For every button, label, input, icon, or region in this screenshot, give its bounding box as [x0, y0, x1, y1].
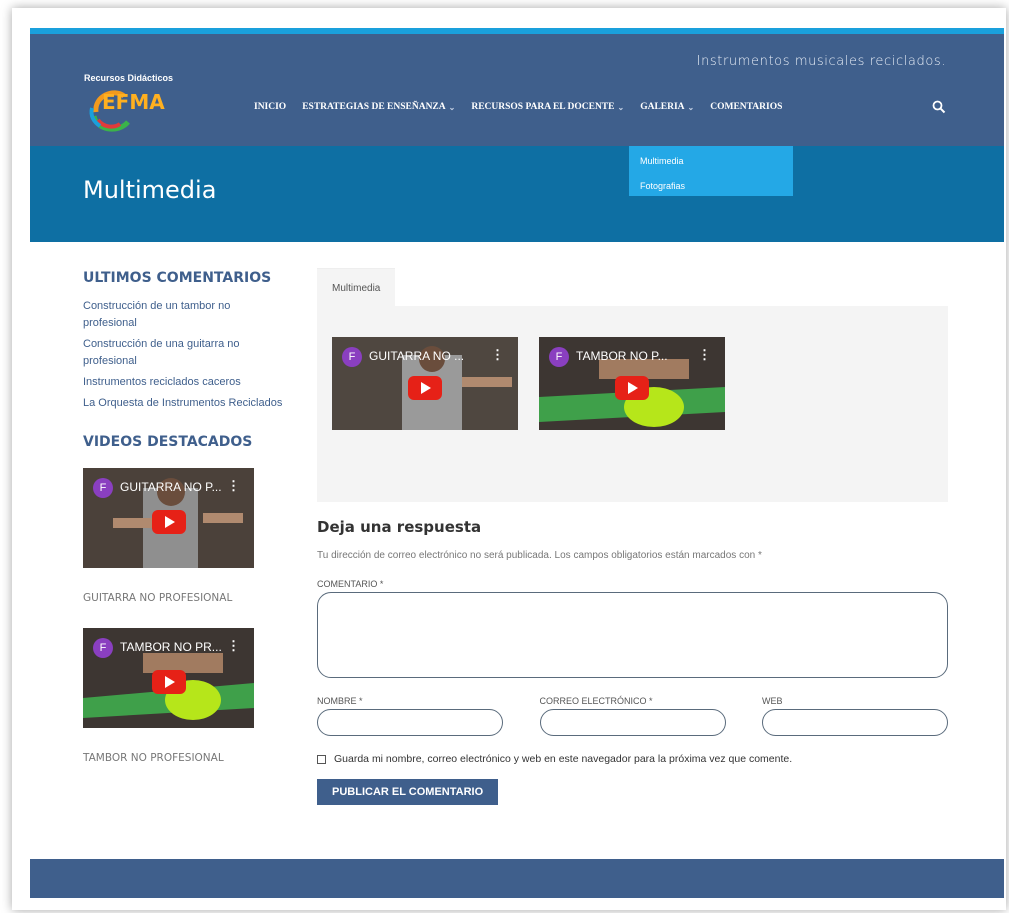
recent-comments-heading: ULTIMOS COMENTARIOS — [83, 270, 272, 286]
video-title: TAMBOR NO P... — [576, 349, 668, 363]
video-title: TAMBOR NO PR... — [120, 640, 222, 654]
logo-wordmark: EFMA — [102, 90, 165, 114]
nav-item-comentarios[interactable]: COMENTARIOS — [710, 102, 782, 112]
sidebar: ULTIMOS COMENTARIOS Construcción de un t… — [83, 270, 283, 788]
web-field-group: WEB — [762, 696, 948, 736]
nav-item-inicio[interactable]: INICIO — [254, 102, 286, 112]
nav-item-galeria[interactable]: GALERIA ⌄ — [640, 102, 694, 112]
play-button-icon[interactable] — [408, 375, 442, 400]
email-field-group: CORREO ELECTRÓNICO * — [539, 696, 726, 736]
web-label: WEB — [762, 696, 783, 706]
more-options-icon[interactable]: ⋮ — [227, 638, 240, 654]
nav-label: INICIO — [254, 102, 287, 112]
recent-comment-link[interactable]: La Orquesta de Instrumentos Reciclados — [83, 395, 283, 412]
logo-subtitle: Recursos Didácticos — [84, 73, 174, 83]
multimedia-gallery: Multimedia F GUITARRA NO ... ⋮ F TAMBOR … — [317, 268, 948, 502]
gallery-video-guitarra[interactable]: F GUITARRA NO ... ⋮ — [332, 337, 518, 430]
more-options-icon[interactable]: ⋮ — [491, 347, 504, 363]
reply-note: Tu dirección de correo electrónico no se… — [317, 550, 762, 561]
name-label: NOMBRE * — [317, 696, 363, 706]
more-options-icon[interactable]: ⋮ — [227, 478, 240, 494]
channel-avatar: F — [549, 347, 569, 367]
gallery-video-tambor[interactable]: F TAMBOR NO P... ⋮ — [539, 337, 725, 430]
dropdown-item-fotografias[interactable]: Fotografias — [629, 177, 793, 202]
search-icon[interactable] — [932, 100, 946, 114]
video-title: GUITARRA NO ... — [369, 349, 465, 363]
nav-item-estrategias[interactable]: ESTRATEGIAS DE ENSEÑANZA ⌄ — [302, 102, 455, 112]
name-field-group: NOMBRE * — [317, 696, 503, 736]
save-info-row: Guarda mi nombre, correo electrónico y w… — [317, 753, 948, 765]
nav-label: COMENTARIOS — [710, 102, 783, 112]
recent-comment-link[interactable]: Construcción de una guitarra no profesio… — [83, 336, 283, 370]
galeria-dropdown-menu: Multimedia Fotografias — [629, 146, 793, 196]
nav-label: ESTRATEGIAS DE ENSEÑANZA — [302, 102, 446, 112]
channel-avatar: F — [93, 478, 113, 498]
tab-panel: F GUITARRA NO ... ⋮ F TAMBOR NO P... ⋮ — [317, 306, 948, 502]
channel-avatar: F — [93, 638, 113, 658]
nav-item-recursos[interactable]: RECURSOS PARA EL DOCENTE ⌄ — [471, 102, 624, 112]
site-logo[interactable]: EFMA — [88, 86, 165, 134]
video-embed-guitarra[interactable]: F GUITARRA NO P... ⋮ — [83, 468, 254, 568]
recent-comment-link[interactable]: Construcción de un tambor no profesional — [83, 298, 283, 332]
video-embed-tambor[interactable]: F TAMBOR NO PR... ⋮ — [83, 628, 254, 728]
site-tagline: Instrumentos musicales reciclados. — [696, 54, 946, 69]
channel-avatar: F — [342, 347, 362, 367]
reply-heading: Deja una respuesta — [317, 518, 482, 536]
video-caption: TAMBOR NO PROFESIONAL — [83, 752, 224, 764]
save-info-label: Guarda mi nombre, correo electrónico y w… — [334, 753, 793, 765]
site-footer — [30, 859, 1004, 898]
main-navigation: INICIO ESTRATEGIAS DE ENSEÑANZA ⌄ RECURS… — [254, 102, 798, 112]
email-label: CORREO ELECTRÓNICO * — [539, 696, 653, 706]
page-title: Multimedia — [83, 176, 217, 204]
video-caption: GUITARRA NO PROFESIONAL — [83, 592, 233, 604]
chevron-down-icon: ⌄ — [687, 102, 695, 112]
name-input[interactable] — [317, 709, 503, 736]
site-header: Instrumentos musicales reciclados. Recur… — [30, 34, 1004, 146]
page-banner: Multimedia — [30, 146, 1004, 242]
nav-label: GALERIA — [640, 102, 685, 112]
tab-multimedia[interactable]: Multimedia — [317, 268, 396, 306]
chevron-down-icon: ⌄ — [617, 102, 625, 112]
chevron-down-icon: ⌄ — [448, 102, 456, 112]
comment-label: COMENTARIO * — [317, 579, 384, 589]
recent-comment-link[interactable]: Instrumentos reciclados caceros — [83, 374, 283, 391]
save-info-checkbox[interactable] — [317, 754, 326, 764]
video-title: GUITARRA NO P... — [120, 480, 222, 494]
more-options-icon[interactable]: ⋮ — [698, 347, 711, 363]
comment-textarea[interactable] — [317, 592, 948, 678]
email-input[interactable] — [539, 709, 726, 736]
play-button-icon[interactable] — [151, 670, 186, 694]
play-button-icon[interactable] — [615, 375, 649, 400]
author-fields-row: NOMBRE * CORREO ELECTRÓNICO * WEB — [317, 696, 948, 736]
submit-comment-button[interactable]: PUBLICAR EL COMENTARIO — [317, 779, 499, 805]
nav-label: RECURSOS PARA EL DOCENTE — [471, 102, 615, 112]
dropdown-item-multimedia[interactable]: Multimedia — [629, 152, 793, 177]
featured-videos-heading: VIDEOS DESTACADOS — [83, 434, 253, 450]
play-button-icon[interactable] — [151, 510, 186, 534]
reply-form: Deja una respuesta Tu dirección de corre… — [317, 518, 948, 805]
web-input[interactable] — [762, 709, 948, 736]
